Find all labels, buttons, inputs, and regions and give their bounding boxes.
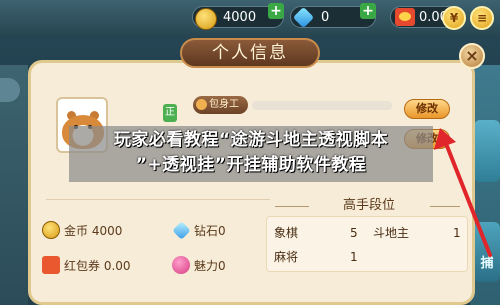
nickname-icon: [196, 99, 207, 110]
panel-title: 个人信息: [180, 38, 320, 68]
ranking-title-line-right: [430, 206, 460, 207]
shop-button[interactable]: ¥: [442, 6, 466, 30]
add-coins-button[interactable]: +: [268, 3, 284, 19]
rank-value-mahjong: 1: [350, 250, 358, 264]
nickname-pill: 包身工: [193, 96, 248, 114]
coin-value: 4000: [223, 10, 257, 25]
rank-game-chess: 象棋: [274, 226, 299, 240]
red-envelope-icon: [395, 8, 415, 26]
rank-value-doudizhu: 1: [453, 226, 461, 240]
menu-button[interactable]: ≡: [470, 6, 494, 30]
add-diamonds-button[interactable]: +: [360, 3, 376, 19]
heart-icon: [172, 256, 190, 274]
stats-divider: [46, 199, 270, 200]
verified-badge: 正: [163, 104, 177, 122]
nickname-value-redacted: [252, 101, 392, 110]
rank-game-doudizhu: 斗地主: [373, 226, 410, 240]
rank-value-chess: 5: [350, 226, 358, 240]
right-side-fishing-tile[interactable]: 捕: [474, 222, 500, 282]
overlay-text-line-2: ”+透视挂”开挂辅助软件教程: [135, 155, 367, 175]
right-side-tile[interactable]: [474, 120, 500, 182]
diamond-stat-label: 钻石0: [194, 224, 226, 238]
nickname-label: 包身工: [209, 99, 239, 110]
red-envelope-icon: [42, 256, 60, 274]
diamond-value: 0: [321, 10, 330, 25]
overlay-text: 玩家必看教程“途游斗地主透视脚本 ”+透视挂”开挂辅助软件教程: [69, 128, 433, 178]
overlay-text-line-1: 玩家必看教程“途游斗地主透视脚本: [113, 130, 389, 150]
coin-icon: [42, 221, 60, 239]
close-button[interactable]: ×: [459, 43, 485, 69]
gold-stat-label: 金币 4000: [64, 224, 123, 238]
rank-game-mahjong: 麻将: [274, 250, 299, 264]
diamond-icon: [292, 6, 315, 29]
coin-icon: [195, 8, 217, 30]
overlay-banner: 玩家必看教程“途游斗地主透视脚本 ”+透视挂”开挂辅助软件教程: [69, 126, 433, 182]
redpack-stat-label: 红包券 0.00: [64, 259, 131, 273]
edit-nickname-button[interactable]: 修改: [404, 99, 450, 119]
charm-stat-label: 魅力0: [194, 259, 226, 273]
ranking-title: 高手段位: [342, 198, 395, 213]
